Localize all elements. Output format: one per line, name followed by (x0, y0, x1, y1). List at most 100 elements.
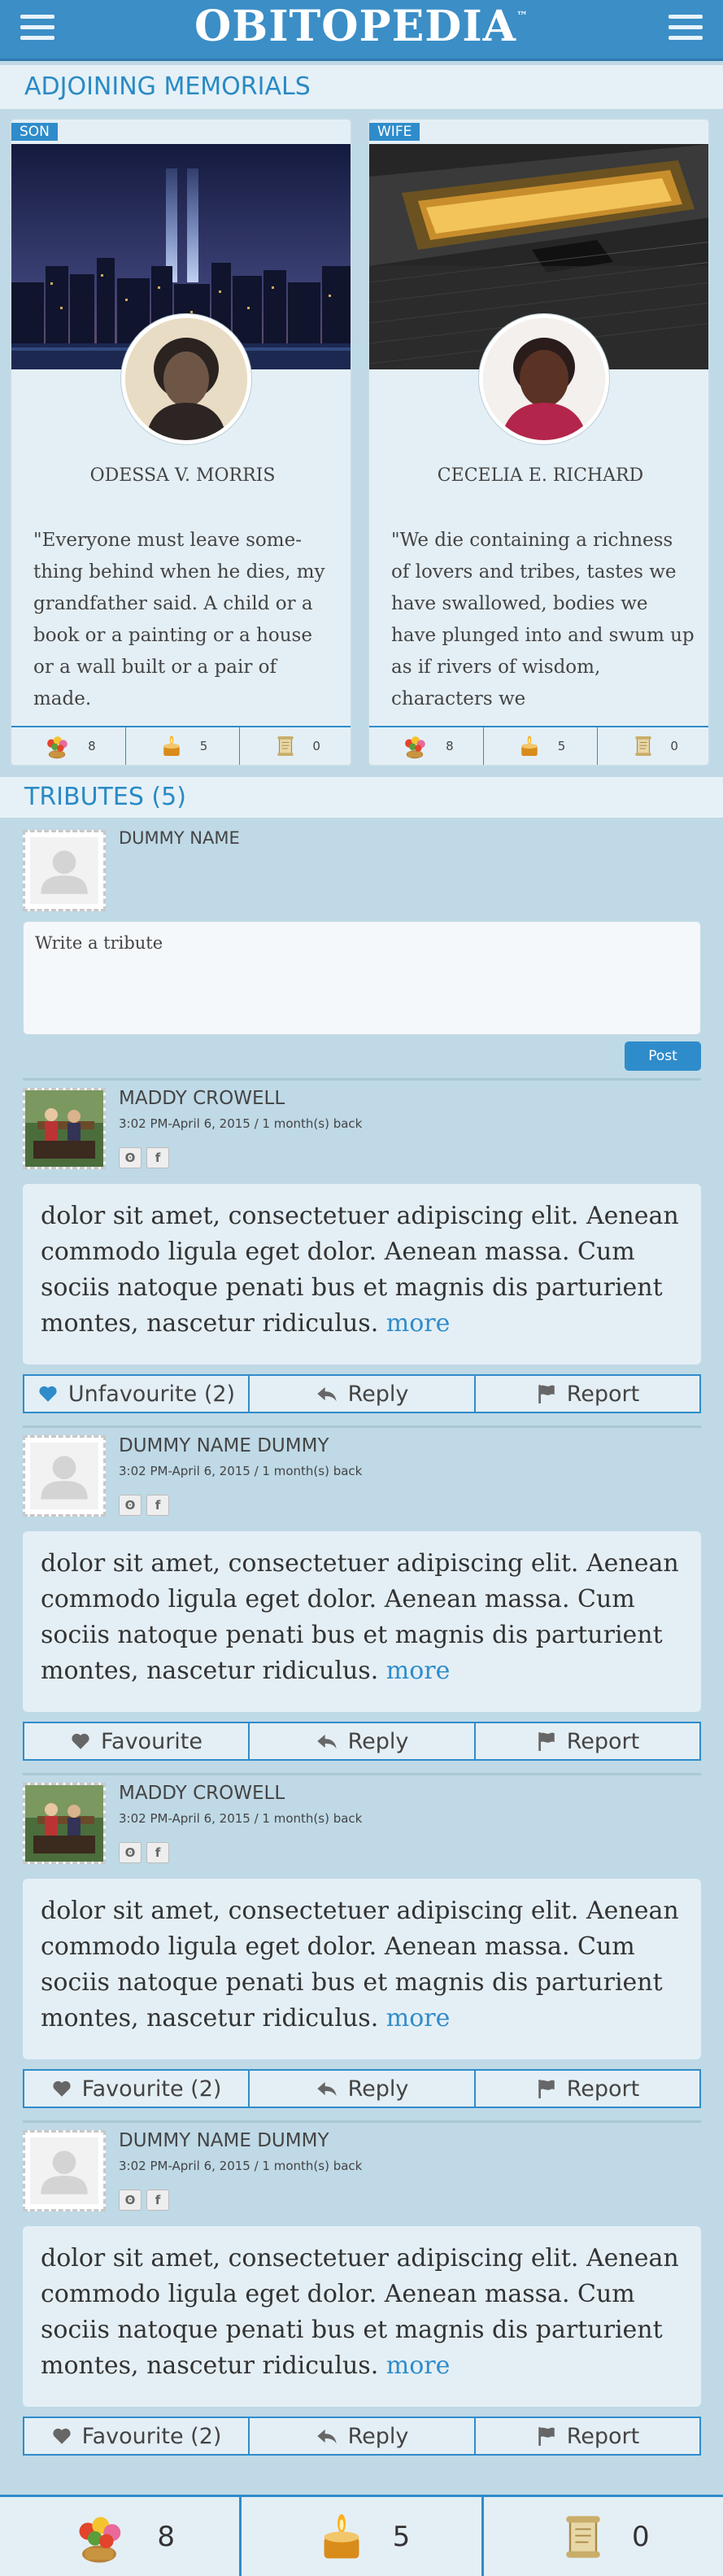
candle-icon (516, 734, 543, 758)
brand-logo[interactable]: OBITOPEDIA™ (0, 2, 723, 51)
tribute-text: dolor sit amet, consectetuer adipiscing … (41, 1202, 679, 1338)
scroll-icon (631, 733, 655, 759)
tribute-author[interactable]: MADDY CROWELL (119, 1088, 285, 1109)
tributes-header: TRIBUTES (5) (0, 777, 723, 818)
brand-name: OBITOPEDIA (194, 2, 517, 51)
candles-stat[interactable]: 5 (484, 727, 599, 765)
footer-candles[interactable]: 5 (242, 2497, 484, 2576)
orkut-icon[interactable]: ʘ (119, 1147, 142, 1168)
reply-button[interactable]: Reply (250, 2071, 476, 2107)
footer-scrolls[interactable]: 0 (484, 2497, 723, 2576)
flowers-count: 8 (88, 739, 96, 753)
tribute-author[interactable]: DUMMY NAME DUMMY (119, 1435, 329, 1456)
reply-button[interactable]: Reply (250, 2418, 476, 2454)
report-label: Report (566, 2076, 640, 2102)
favourite-button[interactable]: Favourite (2) (24, 2418, 250, 2454)
facebook-icon[interactable]: f (146, 2190, 169, 2211)
orkut-icon[interactable]: ʘ (119, 2190, 142, 2211)
flowers-icon (399, 732, 431, 760)
report-button[interactable]: Report (476, 2418, 699, 2454)
scrolls-count: 0 (670, 739, 678, 753)
flag-icon (536, 1383, 557, 1404)
reply-label: Reply (347, 1381, 409, 1407)
flowers-icon (64, 2508, 134, 2565)
flowers-stat[interactable]: 8 (369, 727, 484, 765)
tribute-text: dolor sit amet, consectetuer adipiscing … (41, 1549, 679, 1685)
facebook-icon[interactable]: f (146, 1842, 169, 1863)
reply-label: Reply (347, 2423, 409, 2449)
favourite-button[interactable]: Favourite (2) (24, 2071, 250, 2107)
tribute-time: 3:02 PM-April 6, 2015 / 1 month(s) back (119, 1116, 363, 1131)
footer-flowers-count: 8 (157, 2520, 175, 2553)
tribute-author[interactable]: DUMMY NAME DUMMY (119, 2130, 329, 2151)
more-link[interactable]: more (386, 1657, 451, 1685)
orkut-icon[interactable]: ʘ (119, 1495, 142, 1516)
composer-avatar (23, 830, 106, 911)
relation-badge: WIFE (369, 123, 420, 141)
more-link[interactable]: more (386, 1309, 451, 1338)
tribute-time: 3:02 PM-April 6, 2015 / 1 month(s) back (119, 1464, 363, 1478)
tribute-actions: Unfavourite (2) Reply Report (23, 1374, 701, 1413)
memorial-name[interactable]: ODESSA V. MORRIS (11, 465, 351, 486)
footer-flowers[interactable]: 8 (0, 2497, 242, 2576)
memorial-card[interactable]: WIFE CECELIA E. RICHARD "We die containi… (368, 118, 710, 766)
scrolls-stat[interactable]: 0 (598, 727, 708, 765)
memorial-card[interactable]: SON ODESSA V. MORRIS "Everyone must leav… (10, 118, 352, 766)
heart-icon (70, 1731, 91, 1752)
candles-count: 5 (557, 739, 566, 753)
footer-stats: 8 5 0 (0, 2495, 723, 2576)
tribute-avatar (23, 1435, 106, 1517)
divider (23, 1773, 701, 1775)
favourite-button[interactable]: Unfavourite (2) (24, 1376, 250, 1412)
memorial-name[interactable]: CECELIA E. RICHARD (369, 465, 708, 486)
flowers-stat[interactable]: 8 (11, 727, 126, 765)
tribute-body: dolor sit amet, consectetuer adipiscing … (23, 1879, 701, 2059)
app-header: OBITOPEDIA™ (0, 0, 723, 61)
tribute-actions: Favourite Reply Report (23, 1722, 701, 1761)
flag-icon (536, 1731, 557, 1752)
relation-badge: SON (11, 123, 58, 141)
divider (23, 1078, 701, 1081)
menu-right-icon[interactable] (669, 15, 703, 42)
composer-name: DUMMY NAME (119, 828, 240, 848)
tribute-avatar (23, 1088, 106, 1169)
report-button[interactable]: Report (476, 1376, 699, 1412)
favourite-label: Favourite (2) (81, 2423, 222, 2449)
memorial-stats: 8 5 0 (369, 726, 708, 765)
facebook-icon[interactable]: f (146, 1147, 169, 1168)
share-buttons: ʘ f (119, 1147, 169, 1168)
reply-icon (316, 1730, 338, 1753)
adjoining-header: ADJOINING MEMORIALS (0, 65, 723, 109)
favourite-label: Favourite (100, 1728, 203, 1754)
tribute-text: dolor sit amet, consectetuer adipiscing … (41, 2244, 679, 2380)
candles-count: 5 (199, 739, 208, 753)
reply-button[interactable]: Reply (250, 1376, 476, 1412)
trademark: ™ (516, 10, 529, 23)
tribute-time: 3:02 PM-April 6, 2015 / 1 month(s) back (119, 2159, 363, 2173)
report-button[interactable]: Report (476, 1723, 699, 1759)
share-buttons: ʘ f (119, 1495, 169, 1516)
scrolls-stat[interactable]: 0 (240, 727, 351, 765)
candle-icon (313, 2510, 370, 2564)
memorial-avatar (121, 314, 251, 444)
divider (23, 2120, 701, 2123)
post-button[interactable]: Post (625, 1041, 701, 1071)
favourite-button[interactable]: Favourite (24, 1723, 250, 1759)
more-link[interactable]: more (386, 2004, 451, 2032)
candles-stat[interactable]: 5 (126, 727, 241, 765)
footer-candles-count: 5 (392, 2520, 411, 2553)
footer-scrolls-count: 0 (632, 2520, 650, 2553)
tribute-avatar (23, 1783, 106, 1864)
user-placeholder-icon (30, 837, 98, 904)
scroll-icon (557, 2508, 609, 2565)
report-button[interactable]: Report (476, 2071, 699, 2107)
reply-button[interactable]: Reply (250, 1723, 476, 1759)
memorial-quote: "We die containing a richness of lovers … (391, 530, 695, 709)
tribute-input[interactable]: Write a tribute (23, 921, 701, 1035)
tribute-time: 3:02 PM-April 6, 2015 / 1 month(s) back (119, 1811, 363, 1826)
heart-icon (37, 1383, 59, 1404)
orkut-icon[interactable]: ʘ (119, 1842, 142, 1863)
more-link[interactable]: more (386, 2351, 451, 2380)
tribute-author[interactable]: MADDY CROWELL (119, 1783, 285, 1804)
facebook-icon[interactable]: f (146, 1495, 169, 1516)
